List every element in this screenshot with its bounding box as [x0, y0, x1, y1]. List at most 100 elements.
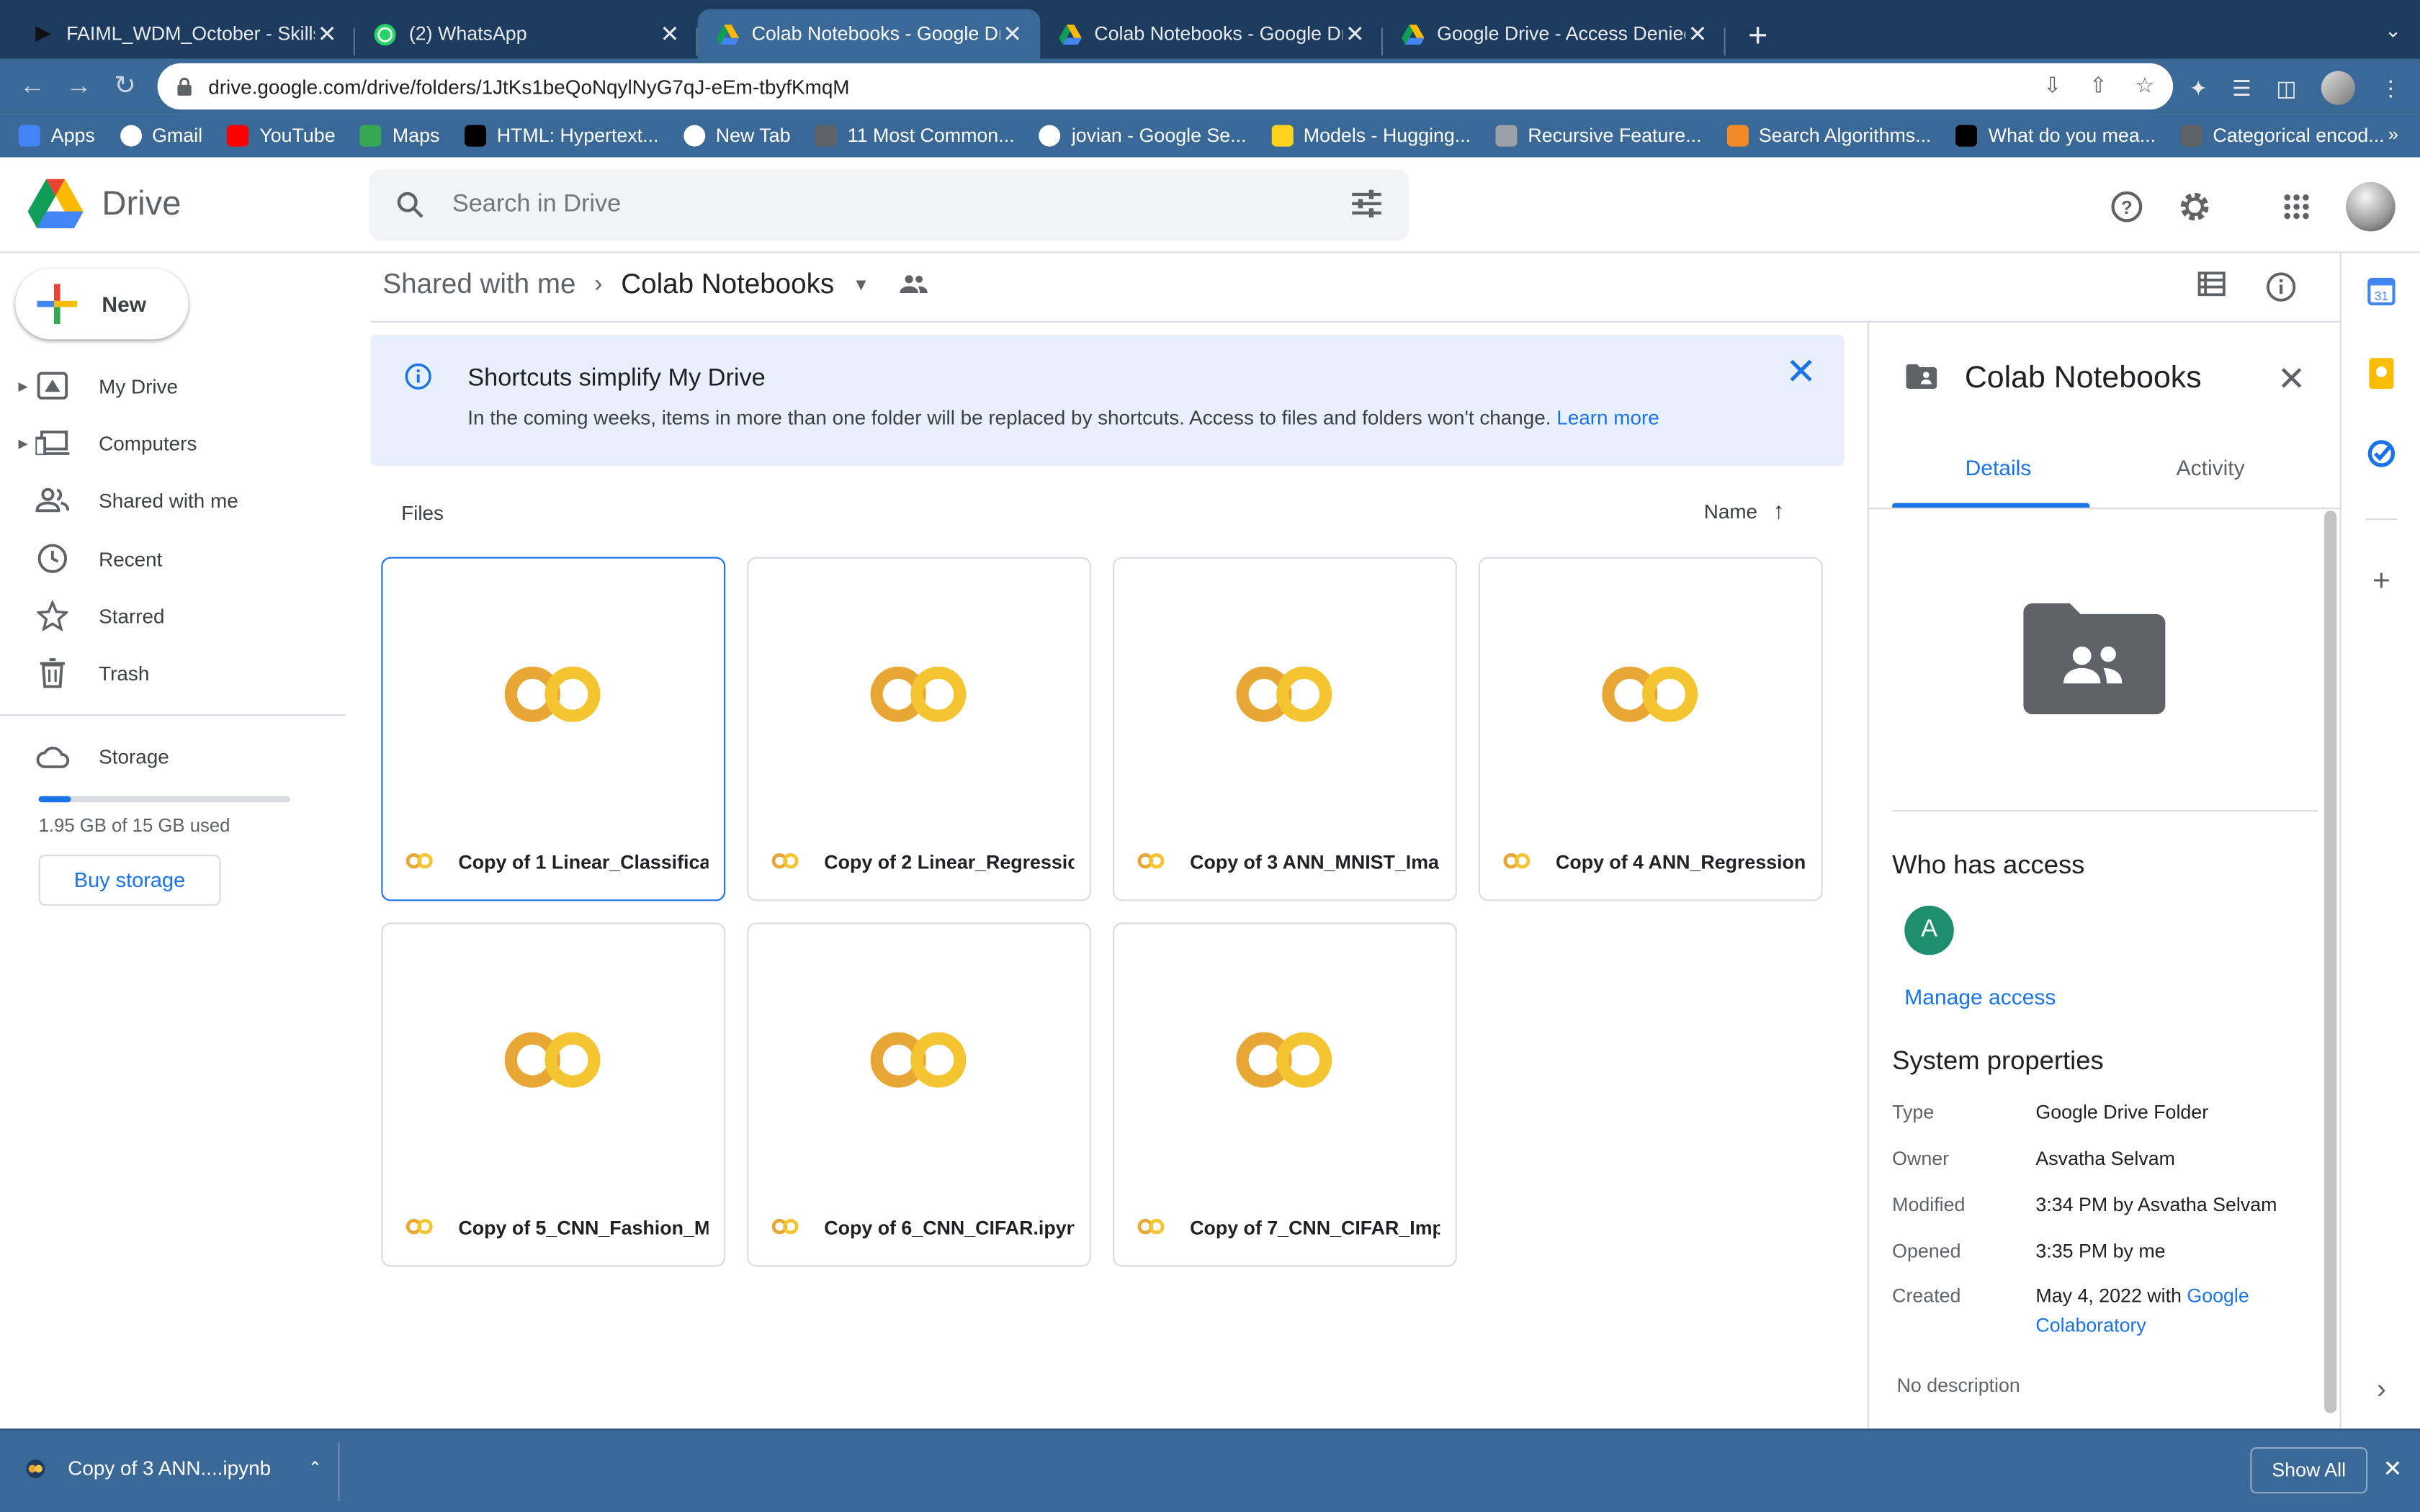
access-user-avatar[interactable]: A [1904, 905, 1954, 955]
forward-icon[interactable]: → [55, 71, 102, 102]
prop-label-created: Created [1892, 1285, 1961, 1307]
bookmark-item[interactable]: New Tab [683, 125, 791, 147]
file-name: Copy of 5_CNN_Fashion_M... [458, 1217, 709, 1239]
tab-separator [1724, 27, 1726, 56]
breadcrumb-current-folder[interactable]: Colab Notebooks [621, 269, 834, 301]
bookmark-item[interactable]: Search Algorithms... [1726, 125, 1932, 147]
details-close-icon[interactable]: ✕ [2277, 359, 2306, 400]
drive-logo[interactable]: Drive [27, 179, 181, 229]
bookmark-item[interactable]: Apps [18, 125, 95, 147]
bookmark-item[interactable]: What do you mea... [1955, 125, 2156, 147]
expand-caret-icon[interactable]: ▶ [12, 379, 34, 392]
colab-thumbnail-icon [382, 559, 724, 830]
bookmark-favicon-icon [683, 125, 705, 147]
file-card[interactable]: Copy of 5_CNN_Fashion_M... [381, 922, 726, 1267]
bookmark-item[interactable]: jovian - Google Se... [1039, 125, 1247, 147]
tab-close-icon[interactable]: ✕ [1343, 20, 1367, 48]
file-card[interactable]: Copy of 4 ANN_Regression.... [1478, 557, 1823, 901]
file-name: Copy of 2 Linear_Regressio... [824, 851, 1075, 873]
tab-details[interactable]: Details [1892, 455, 2105, 508]
share-icon[interactable]: ⇧ [2089, 73, 2107, 99]
bookmarks-more-icon[interactable]: » [2388, 123, 2398, 145]
file-name: Copy of 1 Linear_Classifica... [458, 851, 709, 873]
search-input[interactable] [452, 191, 1317, 220]
tab-activity[interactable]: Activity [2105, 455, 2317, 508]
banner-body: In the coming weeks, items in more than … [467, 405, 1551, 429]
tasks-icon[interactable] [2366, 438, 2397, 469]
help-icon[interactable]: ? [2108, 188, 2145, 225]
expand-panel-chevron-icon[interactable]: › [2366, 1372, 2397, 1404]
tab-search-chevron-icon[interactable]: ⌄ [2385, 19, 2401, 43]
reload-icon[interactable]: ↻ [102, 71, 148, 102]
account-avatar[interactable] [2346, 181, 2396, 232]
add-addon-icon[interactable]: + [2366, 564, 2397, 598]
folder-menu-dropdown-icon[interactable]: ▼ [853, 276, 869, 294]
prop-value: 3:34 PM by Asvatha Selvam [2035, 1194, 2277, 1216]
breadcrumb-shared-with-me[interactable]: Shared with me [382, 269, 575, 301]
sidebar-item-computers[interactable]: ▶ Computers [0, 418, 346, 468]
sidebar-item-starred[interactable]: Starred [0, 591, 346, 641]
address-bar[interactable]: drive.google.com/drive/folders/1JtKs1beQ… [157, 63, 2174, 110]
list-view-icon[interactable] [2197, 271, 2226, 310]
storage-label: Storage [99, 744, 169, 768]
profile-avatar[interactable] [2321, 71, 2355, 105]
details-scrollbar[interactable] [2324, 510, 2337, 1413]
install-icon[interactable]: ⇩ [2043, 73, 2061, 99]
keep-icon[interactable] [2366, 358, 2397, 389]
side-panel-icon[interactable]: ◫ [2276, 75, 2296, 101]
bookmark-item[interactable]: Categorical encod... [2180, 125, 2385, 147]
bookmark-item[interactable]: HTML: Hypertext... [464, 125, 658, 147]
bookmark-item[interactable]: Maps [359, 125, 439, 147]
colab-thumbnail-icon [1480, 559, 1821, 830]
media-icon[interactable]: ☰ [2232, 75, 2251, 101]
sidebar-item-label: Trash [99, 661, 150, 685]
show-all-button[interactable]: Show All [2250, 1446, 2368, 1494]
sidebar-item-my-drive[interactable]: ▶ My Drive [0, 361, 346, 410]
apps-grid-icon[interactable] [2278, 188, 2315, 225]
browser-menu-icon[interactable]: ⋮ [2380, 75, 2401, 101]
prop-label: Owner [1892, 1148, 1950, 1170]
buy-storage-button[interactable]: Buy storage [38, 855, 221, 906]
tab-close-icon[interactable]: ✕ [1685, 20, 1710, 48]
bookmark-favicon-icon [1039, 125, 1061, 147]
breadcrumb: Shared with me › Colab Notebooks ▼ [382, 269, 928, 301]
file-card[interactable]: Copy of 3 ANN_MNIST_Ima... [1113, 557, 1457, 901]
file-card[interactable]: Copy of 2 Linear_Regressio... [747, 557, 1091, 901]
sidebar-item-trash[interactable]: Trash [0, 648, 346, 698]
bookmark-star-icon[interactable]: ☆ [2136, 73, 2155, 99]
bookmark-item[interactable]: 11 Most Common... [815, 125, 1015, 147]
back-icon[interactable]: ← [9, 71, 55, 102]
info-icon[interactable] [2266, 271, 2297, 310]
extensions-icon[interactable]: ✦ [2190, 75, 2208, 101]
search-icon[interactable] [397, 192, 425, 220]
search-options-icon[interactable] [1352, 189, 1381, 218]
sort-ascending-icon[interactable]: ↑ [1773, 498, 1784, 524]
tab-close-icon[interactable]: ✕ [1000, 20, 1025, 48]
download-item[interactable]: Copy of 3 ANN....ipynb ⌃ [24, 1457, 322, 1480]
sort-by-name[interactable]: Name ↑ [1704, 498, 1785, 524]
file-card[interactable]: Copy of 7_CNN_CIFAR_Imp... [1113, 922, 1457, 1267]
calendar-icon[interactable]: 31 [2366, 276, 2397, 307]
tab-close-icon[interactable]: ✕ [658, 20, 682, 48]
new-tab-icon[interactable]: + [1735, 15, 1781, 55]
search-bar[interactable] [369, 169, 1410, 241]
bookmark-item[interactable]: YouTube [227, 125, 336, 147]
file-card[interactable]: Copy of 1 Linear_Classifica... [381, 557, 726, 901]
sidebar-item-recent[interactable]: Recent [0, 534, 346, 583]
banner-close-icon[interactable]: ✕ [1785, 350, 1816, 395]
expand-caret-icon[interactable]: ▶ [12, 436, 34, 449]
bookmark-item[interactable]: Gmail [120, 125, 202, 147]
close-shelf-icon[interactable]: ✕ [2383, 1455, 2403, 1482]
file-card[interactable]: Copy of 6_CNN_CIFAR.ipynb [747, 922, 1091, 1267]
learn-more-link[interactable]: Learn more [1556, 406, 1659, 429]
storage-link[interactable]: Storage [0, 732, 346, 781]
storage-used-text: 1.95 GB of 15 GB used [38, 814, 230, 837]
chevron-up-icon[interactable]: ⌃ [308, 1458, 323, 1478]
sidebar-item-shared-with-me[interactable]: Shared with me [0, 475, 346, 525]
bookmark-item[interactable]: Recursive Feature... [1495, 125, 1702, 147]
tab-close-icon[interactable]: ✕ [315, 20, 339, 48]
manage-access-link[interactable]: Manage access [1904, 984, 2056, 1009]
bookmark-item[interactable]: Models - Hugging... [1270, 125, 1471, 147]
settings-icon[interactable] [2176, 188, 2213, 225]
new-button[interactable]: New [15, 268, 189, 340]
